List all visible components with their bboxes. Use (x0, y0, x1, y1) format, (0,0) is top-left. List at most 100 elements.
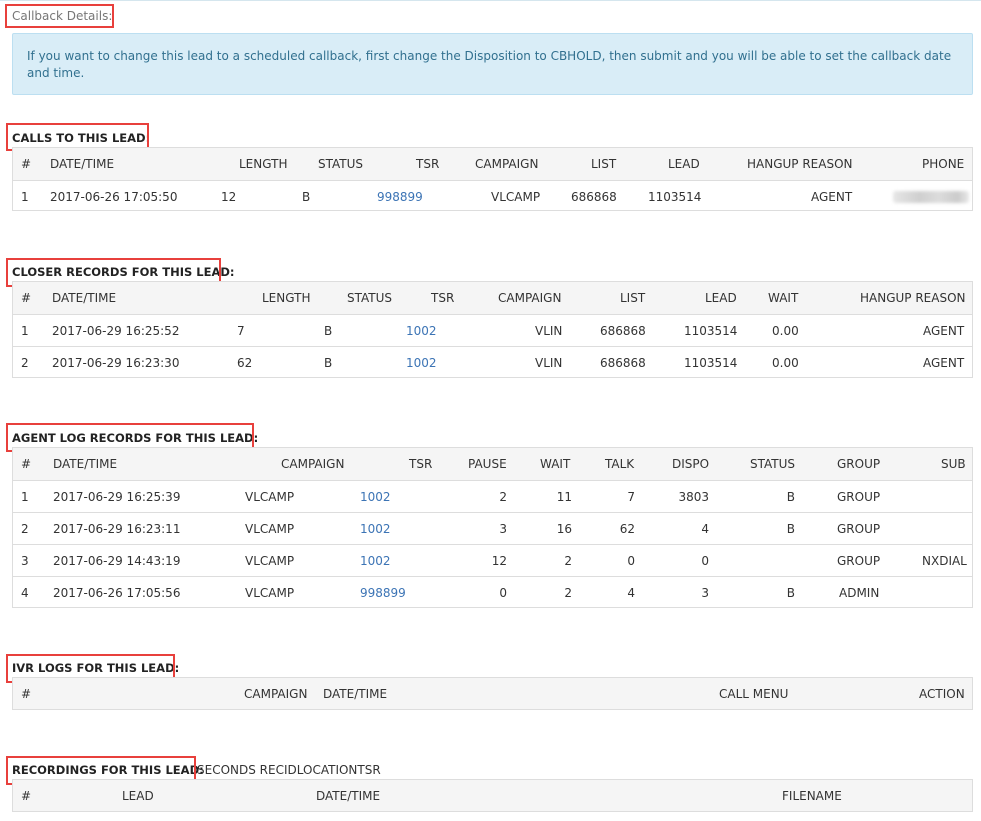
ivr-table: # CAMPAIGN DATE/TIME CALL MENU ACTION (12, 677, 973, 710)
column-header: CALL MENU (719, 687, 789, 701)
column-header: TSR (416, 157, 440, 171)
cell-status: B (302, 190, 311, 204)
tsr-link[interactable]: 998899 (377, 181, 423, 213)
recordings-table: # LEAD DATE/TIME FILENAME (12, 779, 973, 812)
cell-length: 62 (237, 356, 253, 370)
top-divider (0, 0, 981, 1)
table-row: 1 2017-06-29 16:25:52 7 B 1002 VLIN 6868… (13, 314, 972, 347)
cell-talk: 0 (627, 554, 635, 568)
column-header: TSR (409, 457, 433, 471)
cell-campaign: VLCAMP (245, 554, 295, 568)
cell-dispo: 3803 (678, 490, 709, 504)
recordings-header-text: SECONDS RECIDLOCATIONTSR (197, 763, 381, 777)
cell-status (773, 545, 795, 577)
cell-datetime: 2017-06-26 17:05:50 (50, 190, 178, 204)
cell-pause: 12 (491, 554, 507, 568)
column-header: # (21, 789, 32, 803)
cell-wait: 2 (564, 586, 572, 600)
tsr-link[interactable]: 1002 (360, 513, 391, 545)
table-header-row: # CAMPAIGN DATE/TIME CALL MENU ACTION (13, 678, 972, 709)
column-header: CAMPAIGN (498, 291, 562, 305)
table-row: 2 2017-06-29 16:23:30 62 B 1002 VLIN 686… (13, 346, 972, 379)
column-header: # (21, 687, 32, 701)
highlight-box (5, 4, 114, 28)
cell-list: 686868 (600, 324, 646, 338)
table-header-row: # DATE/TIME CAMPAIGN TSR PAUSE WAIT TALK… (13, 448, 972, 480)
cell-group: GROUP (837, 554, 881, 568)
column-header: GROUP (837, 457, 881, 471)
column-header: STATUS (318, 157, 364, 171)
cell-group: ADMIN (839, 586, 880, 600)
cell-status: B (324, 356, 333, 370)
cell-talk: 7 (627, 490, 635, 504)
cell-index: 1 (21, 190, 29, 204)
cell-hangup-reason: AGENT (811, 190, 853, 204)
column-header: # (21, 457, 32, 471)
cell-index: 2 (21, 356, 29, 370)
cell-index: 1 (21, 324, 29, 338)
cell-pause: 0 (499, 586, 507, 600)
cell-datetime: 2017-06-29 14:43:19 (53, 554, 181, 568)
cell-status: B (324, 324, 333, 338)
table-row: 4 2017-06-26 17:05:56 VLCAMP 998899 0 2 … (13, 576, 972, 609)
column-header: LENGTH (239, 157, 288, 171)
tsr-link[interactable]: 1002 (406, 315, 437, 347)
cell-campaign: VLCAMP (491, 190, 541, 204)
cell-index: 2 (21, 522, 29, 536)
cell-campaign: VLCAMP (245, 490, 295, 504)
cell-status: B (786, 490, 795, 504)
cell-datetime: 2017-06-29 16:25:52 (52, 324, 180, 338)
cell-campaign: VLCAMP (245, 522, 295, 536)
tsr-link[interactable]: 998899 (360, 577, 406, 609)
column-header: TALK (605, 457, 635, 471)
column-header: WAIT (540, 457, 571, 471)
column-header: DATE/TIME (323, 687, 388, 701)
column-header: CAMPAIGN (475, 157, 539, 171)
cell-wait: 0.00 (772, 324, 799, 338)
cell-length: 7 (237, 324, 245, 338)
cell-wait: 11 (556, 490, 572, 504)
column-header: SUB (941, 457, 966, 471)
column-header: DATE/TIME (50, 157, 115, 171)
tsr-link[interactable]: 1002 (360, 481, 391, 513)
cell-index: 4 (21, 586, 29, 600)
calls-table: # DATE/TIME LENGTH STATUS TSR CAMPAIGN L… (12, 147, 973, 211)
cell-wait: 0.00 (772, 356, 799, 370)
column-header: WAIT (768, 291, 799, 305)
cell-dispo: 0 (701, 554, 709, 568)
cell-list: 686868 (571, 190, 617, 204)
column-header: # (21, 291, 32, 305)
cell-sub: NXDIAL (922, 554, 967, 568)
tsr-link[interactable]: 1002 (406, 347, 437, 379)
table-header-row: # LEAD DATE/TIME FILENAME (13, 780, 972, 811)
cell-group: GROUP (837, 490, 881, 504)
column-header: # (21, 157, 32, 171)
tsr-link[interactable]: 1002 (360, 545, 391, 577)
cell-talk: 4 (627, 586, 635, 600)
column-header: DATE/TIME (53, 457, 118, 471)
column-header: PAUSE (468, 457, 507, 471)
redacted-phone (893, 191, 969, 203)
cell-lead: 1103514 (684, 324, 738, 338)
cell-index: 3 (21, 554, 29, 568)
column-header: HANGUP REASON (860, 291, 966, 305)
callback-info-alert: If you want to change this lead to a sch… (12, 33, 973, 95)
column-header: TSR (431, 291, 455, 305)
cell-campaign: VLIN (535, 356, 563, 370)
column-header: PHONE (922, 157, 965, 171)
cell-pause: 3 (499, 522, 507, 536)
column-header: STATUS (750, 457, 796, 471)
column-header: STATUS (347, 291, 393, 305)
cell-wait: 2 (564, 554, 572, 568)
table-row: 3 2017-06-29 14:43:19 VLCAMP 1002 12 2 0… (13, 544, 972, 577)
table-row: 1 2017-06-29 16:25:39 VLCAMP 1002 2 11 7… (13, 480, 972, 513)
cell-pause: 2 (499, 490, 507, 504)
column-header: DISPO (672, 457, 710, 471)
cell-dispo: 4 (701, 522, 709, 536)
cell-campaign: VLIN (535, 324, 563, 338)
column-header: FILENAME (782, 789, 842, 803)
cell-campaign: VLCAMP (245, 586, 295, 600)
cell-group: GROUP (837, 522, 881, 536)
column-header: ACTION (919, 687, 965, 701)
cell-status: B (786, 586, 795, 600)
